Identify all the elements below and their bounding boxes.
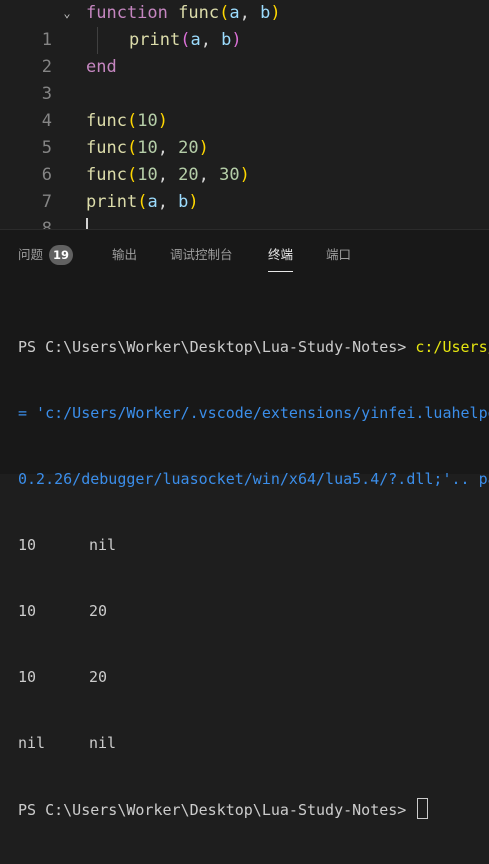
call-print: print <box>86 192 138 212</box>
call-func: func <box>86 111 127 131</box>
keyword-function: function <box>86 3 168 23</box>
number: 30 <box>219 165 240 185</box>
tab-debug-console[interactable]: 调试控制台 <box>170 244 233 266</box>
prompt: PS C:\Users\Worker\Desktop\Lua-Study-Not… <box>18 338 416 356</box>
number: 10 <box>137 138 158 158</box>
output-col1: nil <box>18 734 46 752</box>
tab-output-label: 输出 <box>112 247 138 262</box>
tab-terminal-label: 终端 <box>268 247 294 262</box>
code-line-3[interactable]: 3 end <box>0 54 489 104</box>
code-line-4[interactable]: 4 <box>0 81 489 131</box>
tab-output[interactable]: 输出 <box>112 244 137 266</box>
command-text: c:/Users/ <box>415 338 489 356</box>
arg-a: a <box>190 30 201 50</box>
terminal-path-line: 0.2.26/debugger/luasocket/win/x64/lua5.4… <box>18 470 489 488</box>
arg-a: a <box>147 192 158 212</box>
problems-count-badge: 19 <box>49 245 74 265</box>
fold-chevron-icon[interactable]: ⌄ <box>60 0 74 27</box>
tab-problems-label: 问题 <box>18 247 44 262</box>
call-func: func <box>86 165 127 185</box>
output-row: 10 nil <box>18 534 489 556</box>
panel-tabs: 问题 19 输出 调试控制台 终端 端口 <box>0 230 489 276</box>
arg-b: b <box>221 30 232 50</box>
terminal-final-prompt: PS C:\Users\Worker\Desktop\Lua-Study-Not… <box>18 798 489 820</box>
text-cursor <box>86 218 88 229</box>
function-name: func <box>178 3 220 23</box>
tab-debug-console-label: 调试控制台 <box>170 247 233 262</box>
terminal-cursor <box>417 798 429 819</box>
output-col1: 10 <box>18 536 37 554</box>
param-a: a <box>229 3 240 23</box>
output-row: 10 20 <box>18 666 489 688</box>
terminal-command-line: PS C:\Users\Worker\Desktop\Lua-Study-Not… <box>18 336 489 358</box>
builtin-print: print <box>129 30 181 50</box>
active-tab-underline <box>268 271 294 272</box>
number: 20 <box>178 165 199 185</box>
code-line-2[interactable]: 2 print(a, b) <box>0 27 489 77</box>
output-col2: 20 <box>89 668 108 686</box>
code-line-7[interactable]: 7 func(10, 20, 30) <box>0 162 489 212</box>
number: 20 <box>178 138 199 158</box>
code-line-6[interactable]: 6 func(10, 20) <box>0 135 489 185</box>
output-col1: 10 <box>18 602 37 620</box>
arg-b: b <box>178 192 189 212</box>
terminal-path-line: = 'c:/Users/Worker/.vscode/extensions/yi… <box>18 404 489 422</box>
tab-ports[interactable]: 端口 <box>326 244 351 266</box>
prompt: PS C:\Users\Worker\Desktop\Lua-Study-Not… <box>18 801 416 819</box>
call-func: func <box>86 138 127 158</box>
line-number: 8 <box>41 219 52 229</box>
code-line-5[interactable]: 5 func(10) <box>0 108 489 158</box>
terminal-output[interactable]: PS C:\Users\Worker\Desktop\Lua-Study-Not… <box>18 292 489 864</box>
code-editor[interactable]: 1 ⌄ function func(a, b) 2 print(a, b) 3 … <box>0 0 489 229</box>
tab-problems[interactable]: 问题 19 <box>18 244 74 266</box>
tab-terminal[interactable]: 终端 <box>268 244 294 272</box>
number: 10 <box>137 111 158 131</box>
code-line-1[interactable]: 1 ⌄ function func(a, b) <box>0 0 489 50</box>
output-row: 10 20 <box>18 600 489 622</box>
tab-ports-label: 端口 <box>326 247 352 262</box>
output-row: nil nil <box>18 732 489 754</box>
param-b: b <box>260 3 271 23</box>
number: 10 <box>137 165 158 185</box>
output-col2: 20 <box>89 602 108 620</box>
keyword-end: end <box>86 57 117 77</box>
bottom-panel: 问题 19 输出 调试控制台 终端 端口 PS C:\Users\Worker\D… <box>0 229 489 819</box>
code-line-8[interactable]: 8 print(a, b) <box>0 189 489 229</box>
output-col1: 10 <box>18 668 37 686</box>
output-col2: nil <box>89 734 117 752</box>
output-col2: nil <box>89 536 117 554</box>
